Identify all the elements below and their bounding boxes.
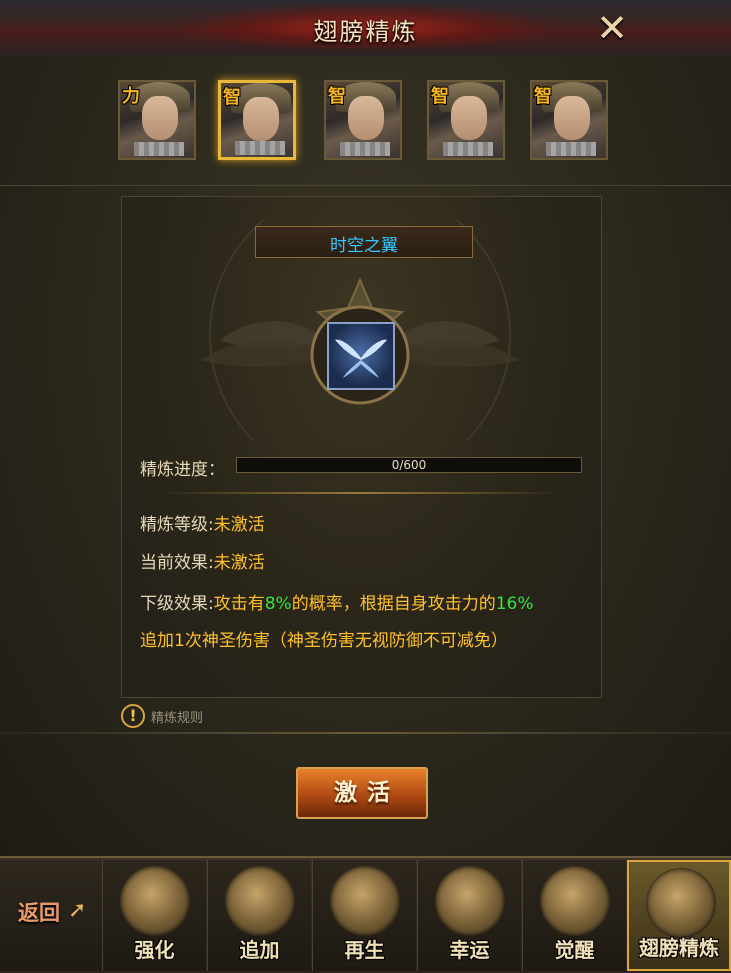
wing-name: 时空之翼	[330, 236, 398, 256]
hero-class-tag: 智	[431, 86, 449, 107]
tab-wing-refine[interactable]: 翅膀精炼	[627, 860, 731, 971]
hero-class-tag: 智	[328, 86, 346, 107]
current-effect-value: 未激活	[213, 553, 265, 573]
hero-portrait	[554, 96, 590, 140]
refine-level-label: 精炼等级:	[140, 515, 214, 535]
tab-label: 翅膀精炼	[639, 936, 719, 960]
tab-strengthen[interactable]: 强化	[102, 860, 206, 971]
next-effect-text-1: 攻击有	[213, 594, 265, 614]
current-effect-label: 当前效果:	[140, 553, 214, 573]
hero-slot-4[interactable]: 智	[427, 80, 505, 160]
hero-class-tag: 力	[122, 86, 140, 107]
next-effect-chance: 8%	[264, 594, 292, 614]
hero-slot-2[interactable]: 智	[218, 80, 296, 160]
tab-label: 强化	[134, 938, 175, 962]
wing-item-slot[interactable]	[327, 322, 395, 390]
tab-luck[interactable]: 幸运	[417, 860, 521, 971]
refine-level-line: 精炼等级:未激活	[140, 510, 265, 535]
back-arrow-icon: ➚	[68, 898, 87, 923]
hero-name-blurred	[340, 142, 390, 156]
orb-wing-icon	[330, 866, 400, 936]
current-effect-line: 当前效果:未激活	[140, 548, 265, 573]
tab-append[interactable]: 追加	[207, 860, 311, 971]
refine-rules-link[interactable]: ! 精炼规则	[121, 703, 203, 729]
hero-portrait	[451, 96, 487, 140]
refine-level-value: 未激活	[213, 515, 265, 535]
gem-wing-icon	[225, 866, 295, 936]
next-effect-line-2: 追加1次神圣伤害（神圣伤害无视防御不可减免）	[140, 631, 508, 651]
axe-emblem-icon	[120, 866, 190, 936]
hero-class-tag: 智	[223, 87, 241, 108]
next-effect-text-2: 的概率，根据自身攻击力的	[291, 594, 496, 614]
close-button[interactable]: ✕	[594, 9, 630, 48]
hero-slot-5[interactable]: 智	[530, 80, 608, 160]
exclamation-icon: !	[121, 704, 145, 728]
activate-button[interactable]: 激活	[296, 767, 428, 819]
wings-icon	[335, 339, 387, 378]
hero-slot-1[interactable]: 力	[118, 80, 196, 160]
progress-text: 0/600	[391, 458, 427, 472]
close-icon: ✕	[596, 6, 628, 50]
refine-progress-bar: 0/600	[236, 457, 582, 473]
section-divider	[160, 492, 560, 494]
hero-name-blurred	[546, 142, 596, 156]
next-effect-damage-pct: 16%	[495, 594, 534, 614]
progress-label: 精炼进度：	[140, 460, 225, 480]
crystal-icon	[435, 866, 505, 936]
tab-label: 追加	[239, 938, 280, 962]
back-button-label: 返回	[18, 901, 60, 925]
hero-name-blurred	[443, 142, 493, 156]
tab-label: 再生	[344, 938, 385, 962]
tab-awaken[interactable]: 觉醒	[522, 860, 626, 971]
hero-portrait	[142, 96, 178, 140]
next-effect-label: 下级效果:	[140, 594, 214, 614]
panel-separator	[0, 732, 731, 734]
sword-wing-icon	[540, 866, 610, 936]
tab-regenerate[interactable]: 再生	[312, 860, 416, 971]
next-effect-line: 下级效果:攻击有8%的概率，根据自身攻击力的16%	[140, 589, 534, 614]
wing-helm-icon	[646, 868, 716, 938]
refine-rules-label: 精炼规则	[151, 710, 204, 726]
hero-name-blurred	[134, 142, 184, 156]
hero-portrait	[348, 96, 384, 140]
tab-label: 幸运	[449, 938, 490, 962]
tab-label: 觉醒	[554, 938, 595, 962]
hero-portrait	[243, 97, 279, 141]
hero-slot-3[interactable]: 智	[324, 80, 402, 160]
hero-class-tag: 智	[534, 86, 552, 107]
hero-name-blurred	[235, 141, 285, 155]
